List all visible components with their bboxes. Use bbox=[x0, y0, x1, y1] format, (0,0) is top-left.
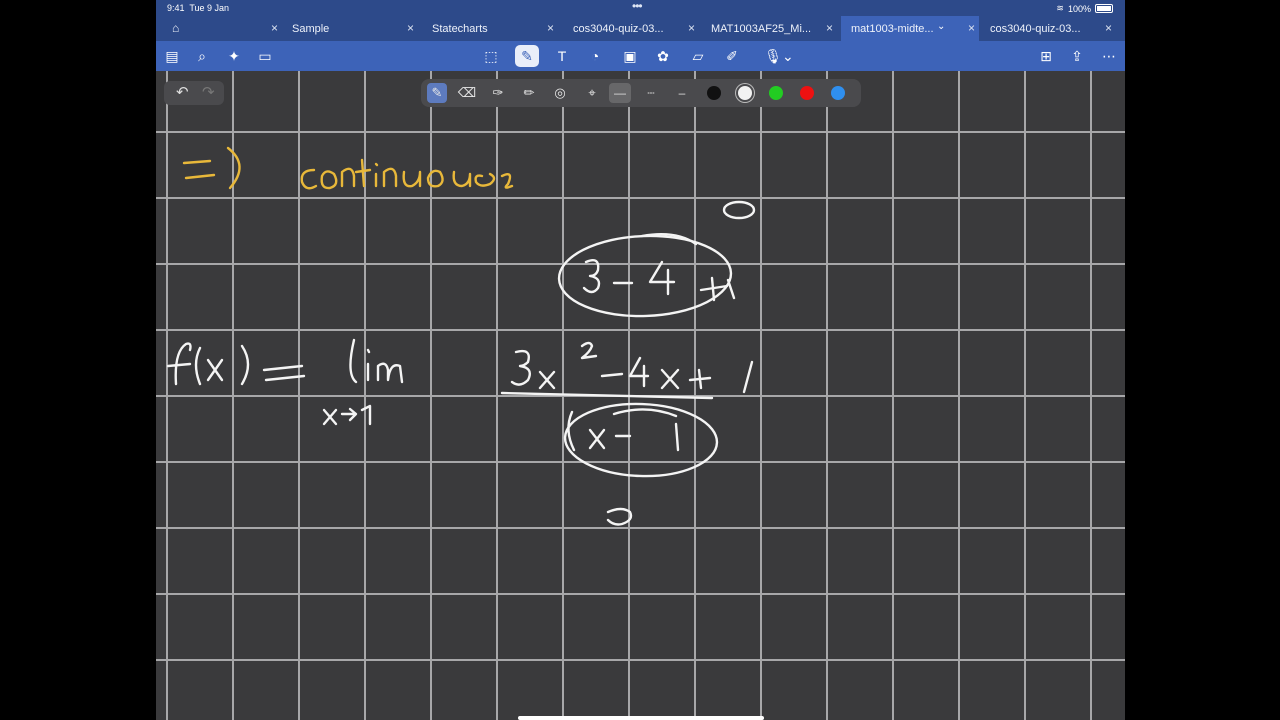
shapes-icon[interactable]: ◔ bbox=[586, 47, 604, 65]
tab-statecharts[interactable]: Statecharts × bbox=[422, 16, 558, 41]
tab-bar: ⌂ × Sample × Statecharts × cos3040-quiz-… bbox=[156, 16, 1125, 41]
battery-icon bbox=[1095, 4, 1113, 13]
bookmark-add-icon[interactable]: ✦ bbox=[225, 47, 243, 65]
image-icon[interactable]: ▣ bbox=[621, 47, 639, 65]
solid-line-option[interactable]: — bbox=[609, 83, 631, 103]
note-page[interactable] bbox=[156, 71, 1125, 720]
close-icon[interactable]: × bbox=[1105, 21, 1112, 35]
close-icon[interactable]: × bbox=[271, 21, 278, 35]
tab-cos3040-quiz[interactable]: cos3040-quiz-03... × bbox=[563, 16, 699, 41]
thin-line-option[interactable]: – bbox=[671, 83, 693, 103]
undo-redo-group: ↶ ↷ bbox=[164, 81, 224, 105]
close-icon[interactable]: × bbox=[826, 21, 833, 35]
chevron-down-icon[interactable]: ⌄ bbox=[937, 21, 945, 32]
close-icon[interactable]: × bbox=[547, 21, 554, 35]
home-icon: ⌂ bbox=[172, 21, 180, 35]
search-icon[interactable]: ⌕ bbox=[193, 47, 211, 65]
text-box-icon[interactable]: T bbox=[553, 47, 571, 65]
tab-cos3040-quiz-2[interactable]: cos3040-quiz-03... × bbox=[980, 16, 1116, 41]
elements-icon[interactable]: ✿ bbox=[654, 47, 672, 65]
status-time: 9:41 Tue 9 Jan bbox=[167, 3, 230, 13]
status-bar: 9:41 Tue 9 Jan ••• ≋ 100% bbox=[156, 0, 1125, 16]
wifi-icon: ≋ bbox=[1056, 3, 1064, 13]
document-outline-icon[interactable]: ▭ bbox=[256, 47, 274, 65]
close-icon[interactable]: × bbox=[688, 21, 695, 35]
home-indicator[interactable] bbox=[518, 716, 764, 720]
pen-tool-options: ✎ ⌫ ✑ ✏ ◎ ⌖ — ┄ – bbox=[421, 79, 861, 107]
pen-icon[interactable]: ✎ bbox=[427, 83, 447, 103]
close-icon[interactable]: × bbox=[407, 21, 414, 35]
goodnotes-window: 9:41 Tue 9 Jan ••• ≋ 100% ⌂ × Sample × S… bbox=[156, 0, 1125, 720]
tab-home[interactable]: ⌂ × bbox=[156, 16, 282, 41]
lasso-select-icon[interactable]: ⬚ bbox=[482, 47, 500, 65]
more-icon[interactable]: ⋯ bbox=[1100, 47, 1118, 65]
pen-tool-icon[interactable]: ✎ bbox=[515, 45, 539, 67]
color-swatch-blue[interactable] bbox=[831, 86, 845, 100]
status-right: ≋ 100% bbox=[1056, 3, 1113, 14]
add-page-icon[interactable]: ⊞ bbox=[1037, 47, 1055, 65]
audio-record-icon[interactable]: 🎙︎⌄ bbox=[764, 47, 794, 65]
dashed-line-option[interactable]: ┄ bbox=[640, 83, 662, 103]
close-icon[interactable]: × bbox=[968, 21, 975, 35]
highlighter-icon[interactable]: ✑ bbox=[488, 83, 508, 103]
share-icon[interactable]: ⇪ bbox=[1068, 47, 1086, 65]
color-swatch-white[interactable] bbox=[738, 86, 752, 100]
sidebar-icon[interactable]: ▤ bbox=[163, 47, 181, 65]
laser-pointer-icon[interactable]: ✐ bbox=[723, 47, 741, 65]
tab-sample[interactable]: Sample × bbox=[282, 16, 418, 41]
multitasking-dots-icon[interactable]: ••• bbox=[632, 0, 643, 13]
shape-icon[interactable]: ◎ bbox=[550, 83, 570, 103]
tab-mat1003af25[interactable]: MAT1003AF25_Mi... × bbox=[701, 16, 837, 41]
undo-icon[interactable]: ↶ bbox=[176, 83, 189, 101]
sticky-note-icon[interactable]: ▱ bbox=[689, 47, 707, 65]
lasso-icon[interactable]: ⌖ bbox=[582, 83, 602, 103]
color-swatch-red[interactable] bbox=[800, 86, 814, 100]
tab-mat1003-midterm[interactable]: mat1003-midte... ⌄ × bbox=[841, 16, 979, 41]
color-swatch-black[interactable] bbox=[707, 86, 721, 100]
pencil-icon[interactable]: ✏ bbox=[519, 83, 539, 103]
main-toolbar: ▤ ⌕ ✦ ▭ ⬚ ✎ T ◔ ▣ ✿ ▱ ✐ 🎙︎⌄ ⊞ ⇪ ⋯ bbox=[156, 41, 1125, 71]
color-swatch-green[interactable] bbox=[769, 86, 783, 100]
battery-percent: 100% bbox=[1067, 3, 1091, 14]
eraser-icon[interactable]: ⌫ bbox=[457, 83, 477, 103]
redo-icon[interactable]: ↷ bbox=[202, 83, 215, 101]
